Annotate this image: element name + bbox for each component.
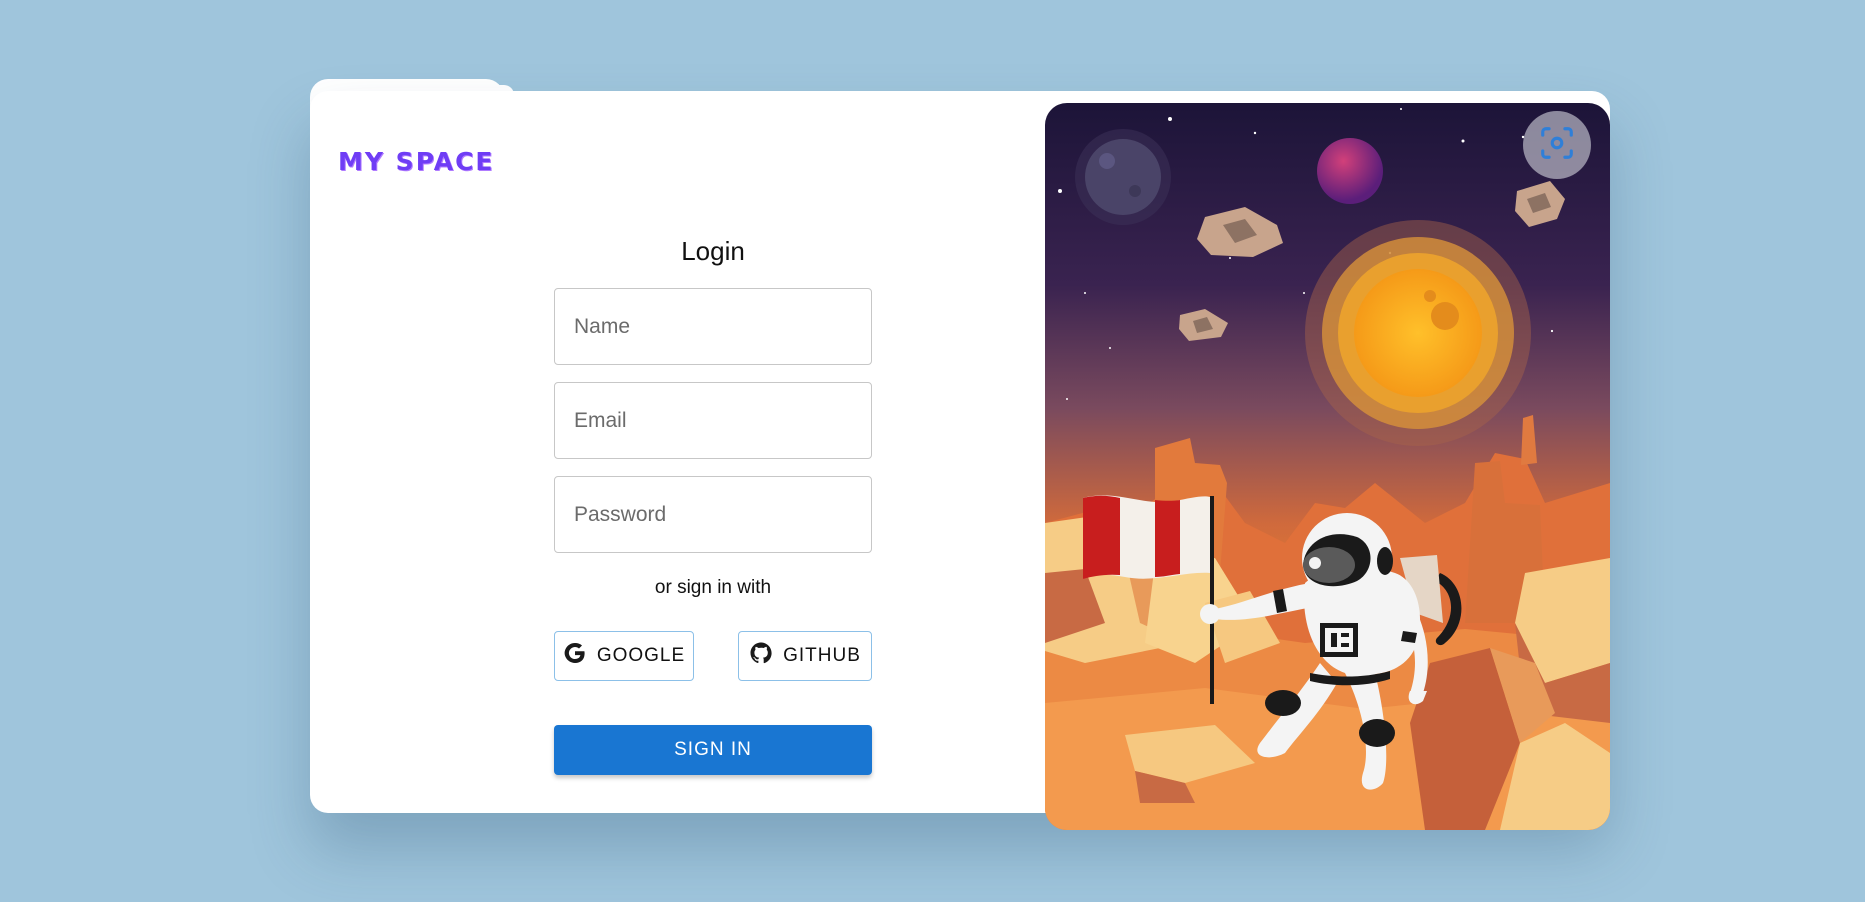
login-form: Login or sign in with GOOGLE xyxy=(554,236,872,775)
alt-signin-text: or sign in with xyxy=(654,577,772,598)
login-card: MY SPACE Login or sign in with GOOGLE xyxy=(310,79,1610,830)
google-icon xyxy=(563,641,587,671)
google-button[interactable]: GOOGLE xyxy=(554,631,694,681)
google-label: GOOGLE xyxy=(596,645,686,666)
screenshot-capture-button[interactable] xyxy=(1523,111,1591,179)
github-label: GITHUB xyxy=(783,645,861,666)
sign-in-button[interactable]: SIGN IN xyxy=(554,725,872,775)
github-icon xyxy=(749,641,773,671)
card-body: MY SPACE Login or sign in with GOOGLE xyxy=(310,91,1610,830)
screenshot-capture-icon xyxy=(1538,124,1576,167)
password-field[interactable] xyxy=(554,476,872,553)
social-login-row: GOOGLE GITHUB xyxy=(554,631,872,681)
name-field[interactable] xyxy=(554,288,872,365)
github-button[interactable]: GITHUB xyxy=(738,631,872,681)
logo: MY SPACE xyxy=(338,147,495,176)
astronaut-illustration xyxy=(1045,103,1610,830)
email-field[interactable] xyxy=(554,382,872,459)
page-title: Login xyxy=(681,236,745,266)
